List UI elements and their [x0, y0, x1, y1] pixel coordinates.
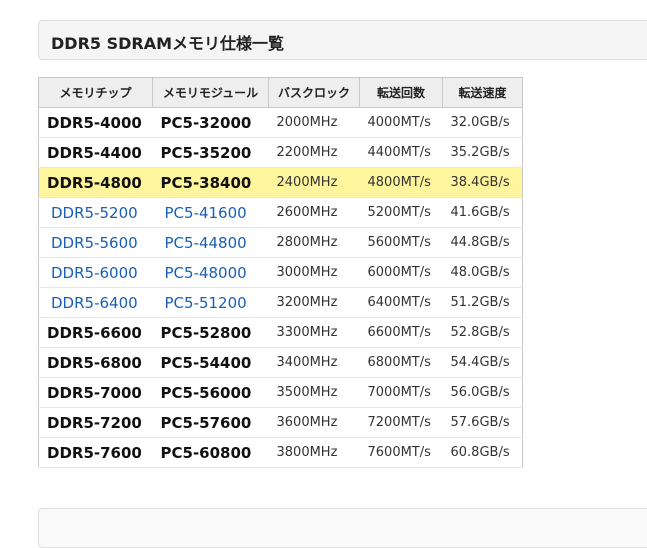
cell-transfer-speed: 57.6GB/s [442, 407, 523, 438]
table-row: DDR5-7600 PC5-60800 3800MHz 7600MT/s 60.8GB/… [38, 437, 523, 468]
cell-bus-clock: 2400MHz [268, 167, 360, 198]
cell-transfer-count: 7000MT/s [359, 377, 443, 408]
cell-transfer-speed: 35.2GB/s [442, 137, 523, 168]
cell-memory-chip: DDR5-4800 [38, 167, 153, 198]
cell-bus-clock: 3300MHz [268, 317, 360, 348]
cell-transfer-speed: 54.4GB/s [442, 347, 523, 378]
cell-memory-module[interactable]: PC5-48000 [152, 257, 269, 288]
table-row: DDR5-7000 PC5-56000 3500MHz 7000MT/s 56.0GB/… [38, 377, 523, 408]
cell-memory-chip[interactable]: DDR5-6400 [38, 287, 153, 318]
cell-memory-module: PC5-38400 [152, 167, 269, 198]
header-transfer-count: 転送回数 [359, 77, 443, 108]
cell-memory-module: PC5-52800 [152, 317, 269, 348]
cell-memory-chip[interactable]: DDR5-5600 [38, 227, 153, 258]
table-row: DDR5-7200 PC5-57600 3600MHz 7200MT/s 57.6GB/… [38, 407, 523, 438]
cell-bus-clock: 3400MHz [268, 347, 360, 378]
cell-memory-chip: DDR5-4400 [38, 137, 153, 168]
cell-memory-module[interactable]: PC5-41600 [152, 197, 269, 228]
cell-bus-clock: 3000MHz [268, 257, 360, 288]
cell-bus-clock: 3200MHz [268, 287, 360, 318]
ddr5-spec-table: メモリチップ メモリモジュール バスクロック 転送回数 転送速度 DDR5-40… [38, 77, 523, 468]
cell-transfer-count: 4400MT/s [359, 137, 443, 168]
cell-transfer-count: 6800MT/s [359, 347, 443, 378]
cell-transfer-count: 5200MT/s [359, 197, 443, 228]
section-header: DDR5 SDRAMメモリ仕様一覧 [38, 20, 647, 60]
cell-bus-clock: 3800MHz [268, 437, 360, 468]
cell-memory-chip[interactable]: DDR5-6000 [38, 257, 153, 288]
cell-bus-clock: 2600MHz [268, 197, 360, 228]
header-transfer-speed: 転送速度 [442, 77, 523, 108]
cell-transfer-count: 7600MT/s [359, 437, 443, 468]
cell-transfer-count: 6000MT/s [359, 257, 443, 288]
cell-memory-chip: DDR5-7000 [38, 377, 153, 408]
header-bus-clock: バスクロック [268, 77, 360, 108]
table-header-row: メモリチップ メモリモジュール バスクロック 転送回数 転送速度 [38, 77, 523, 108]
cell-transfer-count: 5600MT/s [359, 227, 443, 258]
table-row: DDR5-6400 PC5-51200 3200MHz 6400MT/s 51.2GB/… [38, 287, 523, 318]
table-row: DDR5-5200 PC5-41600 2600MHz 5200MT/s 41.6GB/… [38, 197, 523, 228]
cell-memory-chip: DDR5-6600 [38, 317, 153, 348]
cell-memory-module: PC5-56000 [152, 377, 269, 408]
cell-transfer-speed: 56.0GB/s [442, 377, 523, 408]
next-section-box [38, 508, 647, 548]
cell-memory-module[interactable]: PC5-44800 [152, 227, 269, 258]
cell-transfer-count: 6400MT/s [359, 287, 443, 318]
cell-transfer-speed: 52.8GB/s [442, 317, 523, 348]
cell-memory-module[interactable]: PC5-51200 [152, 287, 269, 318]
cell-bus-clock: 3500MHz [268, 377, 360, 408]
table-row: DDR5-4800 PC5-38400 2400MHz 4800MT/s 38.4GB/… [38, 167, 523, 198]
cell-memory-chip: DDR5-7600 [38, 437, 153, 468]
cell-transfer-count: 6600MT/s [359, 317, 443, 348]
cell-memory-chip: DDR5-4000 [38, 107, 153, 138]
table-row: DDR5-6600 PC5-52800 3300MHz 6600MT/s 52.8GB/… [38, 317, 523, 348]
cell-transfer-count: 4000MT/s [359, 107, 443, 138]
table-row: DDR5-4400 PC5-35200 2200MHz 4400MT/s 35.2GB/… [38, 137, 523, 168]
cell-bus-clock: 2000MHz [268, 107, 360, 138]
cell-transfer-count: 4800MT/s [359, 167, 443, 198]
table-body: DDR5-4000 PC5-32000 2000MHz 4000MT/s 32.0GB/… [38, 107, 523, 468]
table-row: DDR5-4000 PC5-32000 2000MHz 4000MT/s 32.0GB/… [38, 107, 523, 138]
section-title: DDR5 SDRAMメモリ仕様一覧 [51, 34, 285, 53]
cell-transfer-speed: 38.4GB/s [442, 167, 523, 198]
cell-transfer-speed: 32.0GB/s [442, 107, 523, 138]
cell-bus-clock: 3600MHz [268, 407, 360, 438]
cell-memory-module: PC5-35200 [152, 137, 269, 168]
table-row: DDR5-6000 PC5-48000 3000MHz 6000MT/s 48.0GB/… [38, 257, 523, 288]
table-row: DDR5-6800 PC5-54400 3400MHz 6800MT/s 54.4GB/… [38, 347, 523, 378]
header-memory-module: メモリモジュール [152, 77, 269, 108]
cell-transfer-speed: 41.6GB/s [442, 197, 523, 228]
cell-transfer-speed: 60.8GB/s [442, 437, 523, 468]
cell-memory-module: PC5-54400 [152, 347, 269, 378]
cell-bus-clock: 2800MHz [268, 227, 360, 258]
cell-memory-chip: DDR5-6800 [38, 347, 153, 378]
header-memory-chip: メモリチップ [38, 77, 153, 108]
cell-transfer-count: 7200MT/s [359, 407, 443, 438]
cell-transfer-speed: 51.2GB/s [442, 287, 523, 318]
cell-memory-module: PC5-60800 [152, 437, 269, 468]
table-row: DDR5-5600 PC5-44800 2800MHz 5600MT/s 44.8GB/… [38, 227, 523, 258]
cell-memory-chip[interactable]: DDR5-5200 [38, 197, 153, 228]
cell-memory-module: PC5-32000 [152, 107, 269, 138]
cell-transfer-speed: 48.0GB/s [442, 257, 523, 288]
cell-memory-chip: DDR5-7200 [38, 407, 153, 438]
cell-transfer-speed: 44.8GB/s [442, 227, 523, 258]
cell-memory-module: PC5-57600 [152, 407, 269, 438]
cell-bus-clock: 2200MHz [268, 137, 360, 168]
